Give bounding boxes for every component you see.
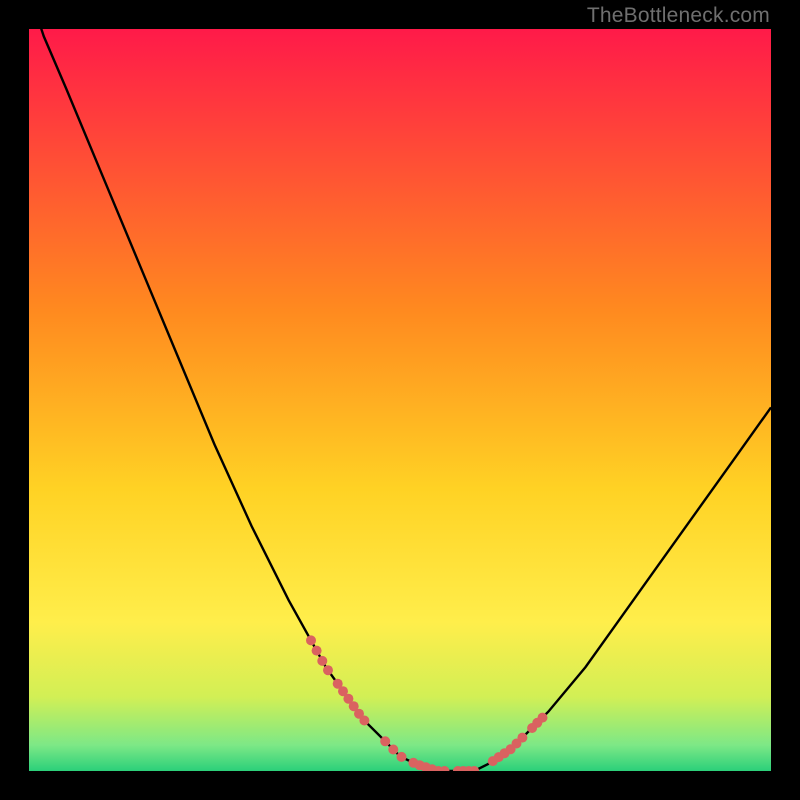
highlight-dot bbox=[359, 716, 369, 726]
highlight-dot bbox=[323, 665, 333, 675]
watermark-text: TheBottleneck.com bbox=[587, 4, 770, 28]
outer-frame: TheBottleneck.com bbox=[0, 0, 800, 800]
highlight-dot bbox=[538, 713, 548, 723]
bottleneck-chart bbox=[29, 29, 771, 771]
highlight-dot bbox=[397, 752, 407, 762]
gradient-background bbox=[29, 29, 771, 771]
highlight-dot bbox=[380, 736, 390, 746]
highlight-dot bbox=[317, 656, 327, 666]
highlight-dot bbox=[517, 733, 527, 743]
highlight-dot bbox=[306, 635, 316, 645]
highlight-dot bbox=[388, 745, 398, 755]
highlight-dot bbox=[312, 646, 322, 656]
